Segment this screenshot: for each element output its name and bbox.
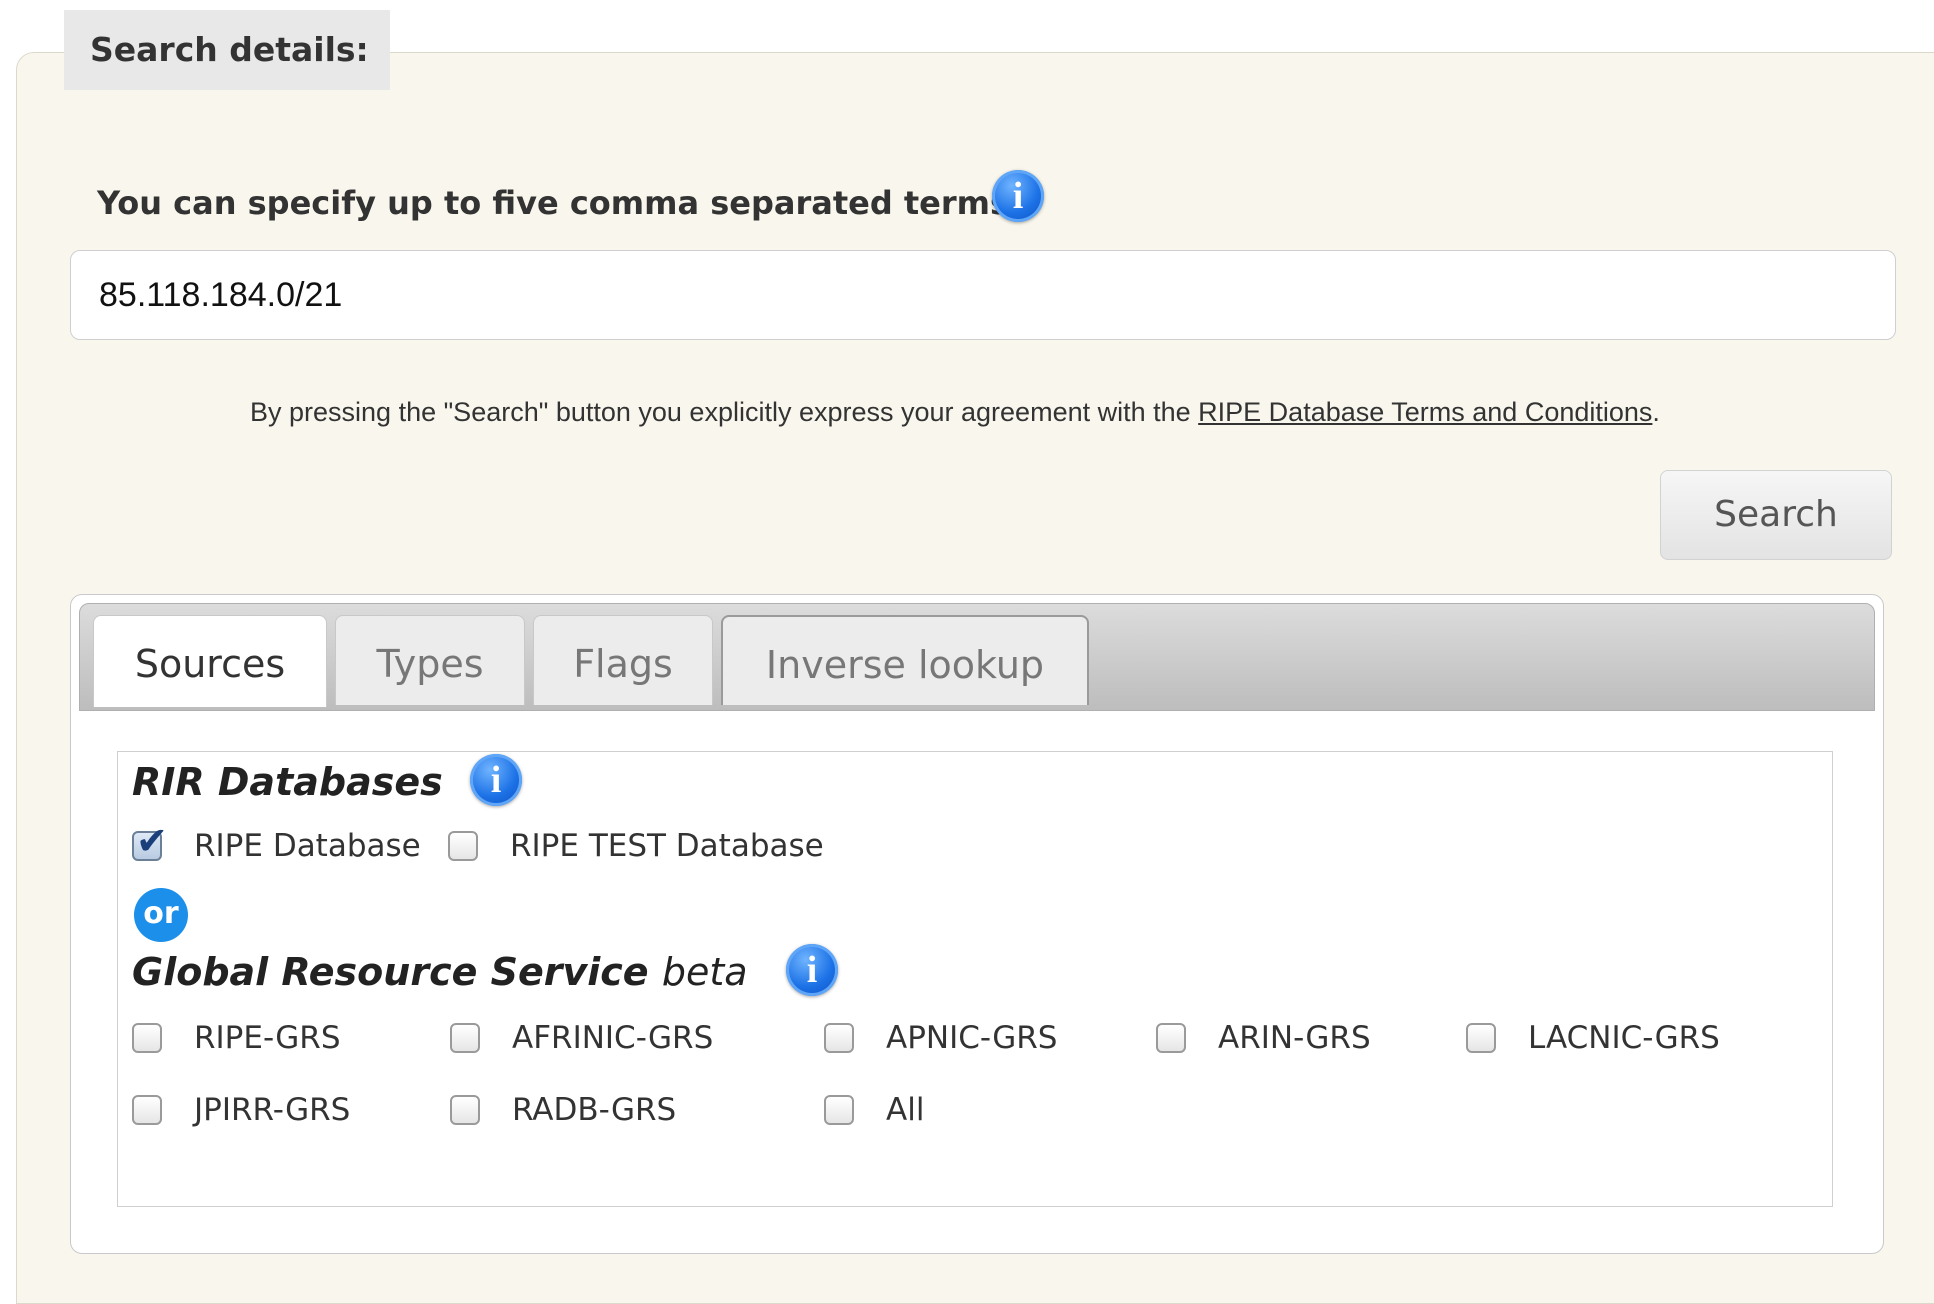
checkbox-icon[interactable] — [132, 1095, 162, 1125]
search-input[interactable] — [70, 250, 1896, 340]
agreement-text: By pressing the "Search" button you expl… — [250, 392, 1870, 432]
checkbox-jpirr-grs[interactable]: JPIRR-GRS — [132, 1090, 350, 1130]
checkbox-ripe-grs[interactable]: RIPE-GRS — [132, 1018, 341, 1058]
terms-and-conditions-link[interactable]: RIPE Database Terms and Conditions — [1198, 397, 1652, 427]
search-details-legend: Search details: — [64, 10, 390, 90]
checkbox-icon[interactable] — [1466, 1023, 1496, 1053]
checkbox-label: LACNIC-GRS — [1528, 1020, 1720, 1056]
info-icon[interactable]: i — [786, 944, 838, 996]
info-icon[interactable]: i — [470, 754, 522, 806]
tab-inverse-lookup[interactable]: Inverse lookup — [721, 615, 1089, 705]
checkbox-label: JPIRR-GRS — [194, 1092, 351, 1128]
sources-panel: RIR Databases i ✔ RIPE Database RIPE TES… — [117, 751, 1833, 1207]
checkbox-icon[interactable] — [824, 1023, 854, 1053]
checkbox-label: RADB-GRS — [512, 1092, 677, 1128]
checkbox-label: ARIN-GRS — [1218, 1020, 1371, 1056]
agreement-suffix: . — [1652, 397, 1660, 427]
checkbox-all[interactable]: All — [824, 1090, 924, 1130]
checkbox-apnic-grs[interactable]: APNIC-GRS — [824, 1018, 1057, 1058]
checkbox-label: RIPE Database — [194, 828, 421, 864]
or-badge: or — [134, 888, 188, 942]
rir-databases-heading: RIR Databases — [132, 760, 443, 804]
checkbox-label: All — [886, 1092, 925, 1128]
checkbox-ripe-database[interactable]: ✔ RIPE Database — [132, 821, 421, 866]
tab-types[interactable]: Types — [335, 615, 525, 705]
checkbox-ripe-test-database[interactable]: RIPE TEST Database — [448, 826, 824, 866]
checkbox-icon[interactable] — [450, 1023, 480, 1053]
info-icon[interactable]: i — [992, 170, 1044, 222]
checkbox-afrinic-grs[interactable]: AFRINIC-GRS — [450, 1018, 713, 1058]
checkbox-label: RIPE TEST Database — [510, 828, 824, 864]
checkbox-icon[interactable] — [824, 1095, 854, 1125]
search-options-panel: Sources Types Flags Inverse lookup RIR D… — [70, 594, 1884, 1254]
checkbox-radb-grs[interactable]: RADB-GRS — [450, 1090, 676, 1130]
terms-label: You can specify up to five comma separat… — [97, 184, 1022, 222]
grs-heading: Global Resource Service beta — [132, 950, 748, 994]
checkbox-label: APNIC-GRS — [886, 1020, 1058, 1056]
checkbox-icon[interactable] — [132, 1023, 162, 1053]
checkbox-arin-grs[interactable]: ARIN-GRS — [1156, 1018, 1371, 1058]
checkbox-label: RIPE-GRS — [194, 1020, 341, 1056]
checkbox-lacnic-grs[interactable]: LACNIC-GRS — [1466, 1018, 1720, 1058]
checkbox-checked-icon[interactable]: ✔ — [132, 821, 168, 861]
tab-flags[interactable]: Flags — [533, 615, 713, 705]
checkbox-icon[interactable] — [450, 1095, 480, 1125]
checkbox-label: AFRINIC-GRS — [512, 1020, 714, 1056]
checkbox-icon[interactable] — [448, 831, 478, 861]
agreement-prefix: By pressing the "Search" button you expl… — [250, 397, 1199, 427]
grs-heading-text: Global Resource Service — [132, 950, 649, 994]
checkbox-icon[interactable] — [1156, 1023, 1186, 1053]
rir-heading-text: RIR Databases — [132, 760, 443, 804]
search-button[interactable]: Search — [1660, 470, 1892, 560]
tab-sources[interactable]: Sources — [93, 615, 327, 707]
grs-beta-label: beta — [661, 950, 748, 994]
